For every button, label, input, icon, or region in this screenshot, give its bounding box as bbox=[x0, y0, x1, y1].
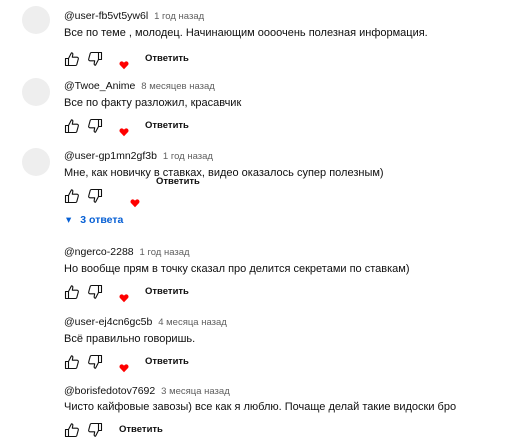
comment-text: Все по факту разложил, красавчик bbox=[64, 97, 242, 109]
reply-button[interactable]: Ответить bbox=[145, 53, 189, 64]
replies-count-label: 3 ответа bbox=[80, 214, 124, 226]
thumb-up-icon[interactable] bbox=[64, 51, 80, 67]
comment-header: @user-fb5vt5yw6l 1 год назад bbox=[64, 10, 204, 23]
heart-icon bbox=[119, 57, 129, 70]
avatar[interactable] bbox=[22, 148, 50, 176]
comment-text: Все по теме , молодец. Начинающим ооооче… bbox=[64, 27, 428, 39]
thumb-up-icon[interactable] bbox=[64, 354, 80, 370]
chevron-down-icon: ▾ bbox=[66, 214, 72, 226]
heart-icon bbox=[130, 195, 140, 208]
comment-text: Но вообще прям в точку сказал про делитс… bbox=[64, 263, 410, 275]
thumb-down-icon[interactable] bbox=[87, 422, 103, 438]
heart-icon bbox=[119, 290, 129, 303]
thumb-down-icon[interactable] bbox=[87, 284, 103, 300]
comment-author[interactable]: @borisfedotov7692 bbox=[64, 385, 155, 397]
thumb-down-icon[interactable] bbox=[87, 51, 103, 67]
thumb-down-icon[interactable] bbox=[87, 118, 103, 134]
reply-button[interactable]: Ответить bbox=[145, 286, 189, 297]
thumb-up-icon[interactable] bbox=[64, 422, 80, 438]
comment-header: @user-gp1mn2gf3b 1 год назад bbox=[64, 150, 213, 163]
avatar[interactable] bbox=[22, 78, 50, 106]
avatar[interactable] bbox=[22, 6, 50, 34]
comment-time[interactable]: 1 год назад bbox=[163, 151, 213, 162]
reply-button[interactable]: Ответить bbox=[145, 120, 189, 131]
comment-time[interactable]: 8 месяцев назад bbox=[141, 81, 215, 92]
comment-time[interactable]: 1 год назад bbox=[154, 11, 204, 22]
comment-time[interactable]: 3 месяца назад bbox=[161, 386, 230, 397]
comment-author[interactable]: @user-gp1mn2gf3b bbox=[64, 150, 157, 162]
comment-text: Мне, как новичку в ставках, видео оказал… bbox=[64, 167, 384, 179]
thumb-up-icon[interactable] bbox=[64, 118, 80, 134]
comment-header: @borisfedotov7692 3 месяца назад bbox=[64, 385, 230, 398]
reply-button[interactable]: Ответить bbox=[119, 424, 163, 435]
comment-author[interactable]: @user-fb5vt5yw6l bbox=[64, 10, 148, 22]
thumb-up-icon[interactable] bbox=[64, 188, 80, 204]
thumb-down-icon[interactable] bbox=[87, 188, 103, 204]
comment-text: Всё правильно говоришь. bbox=[64, 333, 196, 345]
comment-header: @user-ej4cn6gc5b 4 месяца назад bbox=[64, 316, 227, 329]
comment-author[interactable]: @Twoe_Anime bbox=[64, 80, 135, 92]
comment-header: @Twoe_Anime 8 месяцев назад bbox=[64, 80, 215, 93]
comment-text: Чисто кайфовые завозы) все как я люблю. … bbox=[64, 401, 457, 413]
thumb-up-icon[interactable] bbox=[64, 284, 80, 300]
reply-button[interactable]: Ответить bbox=[156, 176, 200, 187]
heart-icon bbox=[119, 360, 129, 373]
heart-icon bbox=[119, 124, 129, 137]
reply-button[interactable]: Ответить bbox=[145, 356, 189, 367]
comment-author[interactable]: @ngerco-2288 bbox=[64, 246, 134, 258]
thumb-down-icon[interactable] bbox=[87, 354, 103, 370]
comment-author[interactable]: @user-ej4cn6gc5b bbox=[64, 316, 152, 328]
view-replies-button[interactable]: ▾ 3 ответа bbox=[66, 213, 123, 227]
comment-header: @ngerco-2288 1 год назад bbox=[64, 246, 190, 259]
comment-time[interactable]: 1 год назад bbox=[140, 247, 190, 258]
comment-time[interactable]: 4 месяца назад bbox=[158, 317, 227, 328]
